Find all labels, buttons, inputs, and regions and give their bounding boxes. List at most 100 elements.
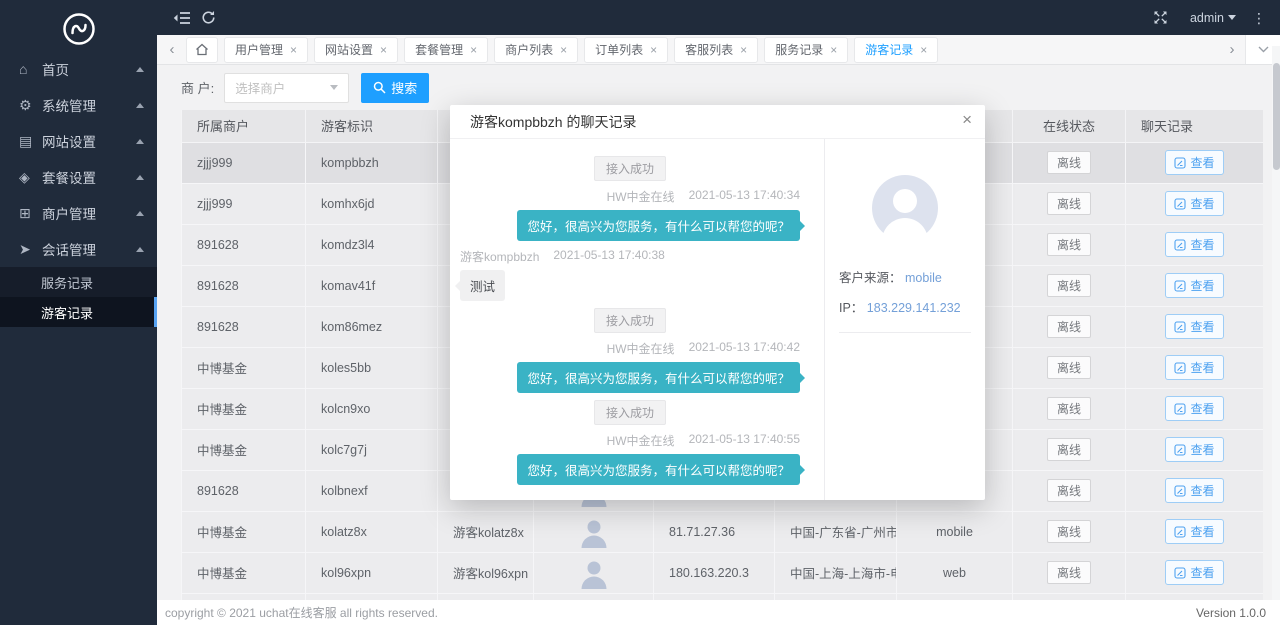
view-chat-button[interactable]: 查看	[1165, 478, 1223, 503]
sidebar-item[interactable]: ▤ 网站设置	[0, 123, 157, 159]
cell-action: 查看	[1126, 142, 1264, 183]
more-options-icon[interactable]: ⋮	[1252, 11, 1266, 25]
cell-merchant: 891628	[182, 306, 306, 347]
session-icon: ➤	[19, 241, 42, 258]
view-chat-button[interactable]: 查看	[1165, 396, 1223, 421]
tabs-scroll-right-icon[interactable]: ›	[1221, 41, 1243, 58]
chat-message: 接入成功	[460, 308, 800, 333]
view-chat-button[interactable]: 查看	[1165, 437, 1223, 462]
chat-log-icon	[1174, 280, 1186, 292]
view-chat-button[interactable]: 查看	[1165, 191, 1223, 216]
message-time: 2021-05-13 17:40:42	[689, 340, 800, 357]
tab-item[interactable]: 用户管理 ×	[224, 37, 308, 63]
status-badge: 离线	[1047, 479, 1091, 502]
chat-log-icon	[1174, 198, 1186, 210]
sidebar-item[interactable]: 服务记录	[0, 267, 157, 297]
tabs-scroll-left-icon[interactable]: ‹	[161, 41, 183, 58]
cell-merchant: zjjj999	[182, 183, 306, 224]
message-time: 2021-05-13 17:40:38	[553, 248, 664, 265]
table-row[interactable]: 中博基金 kolatz8x 游客kolatz8x 81.71.27.36 中国-…	[182, 511, 1264, 552]
sidebar-item[interactable]: ⚙ 系统管理	[0, 87, 157, 123]
cell-action: 查看	[1126, 347, 1264, 388]
tab-item[interactable]: 服务记录 ×	[764, 37, 848, 63]
sidebar-item-label: 游客记录	[41, 303, 93, 322]
cell-region: 中国-广东省-广州市-电信	[775, 511, 897, 552]
status-badge: 离线	[1047, 233, 1091, 256]
close-icon[interactable]: ×	[920, 44, 927, 56]
scrollbar-thumb[interactable]	[1273, 63, 1280, 170]
tab-label: 游客记录	[865, 41, 913, 58]
tab-label: 订单列表	[595, 41, 643, 58]
status-badge: 离线	[1047, 520, 1091, 543]
admin-menu[interactable]: admin	[1190, 11, 1236, 25]
message-time: 2021-05-13 17:40:34	[689, 188, 800, 205]
sidebar-item[interactable]: ◈ 套餐设置	[0, 159, 157, 195]
message-bubble: 您好，很高兴为您服务，有什么可以帮您的呢？	[517, 362, 800, 393]
cell-action: 查看	[1126, 552, 1264, 593]
view-chat-button[interactable]: 查看	[1165, 232, 1223, 257]
table-row[interactable]	[182, 593, 1264, 600]
visitor-source-value: mobile	[905, 271, 942, 285]
refresh-icon[interactable]	[195, 0, 221, 35]
visitor-ip-row: IP： 183.229.141.232	[839, 297, 971, 316]
modal-header: 游客kompbbzh 的聊天记录 ×	[450, 105, 985, 139]
cell-status	[1013, 593, 1126, 600]
cell-source: mobile	[897, 511, 1013, 552]
sidebar-item[interactable]: ⌂ 首页	[0, 51, 157, 87]
tab-home[interactable]	[186, 37, 218, 63]
sidebar-item-label: 首页	[42, 59, 69, 79]
modal-title: 游客kompbbzh 的聊天记录	[470, 112, 636, 132]
close-icon[interactable]: ×	[380, 44, 387, 56]
view-chat-button[interactable]: 查看	[1165, 150, 1223, 175]
admin-username: admin	[1190, 11, 1224, 25]
collapse-menu-icon[interactable]	[169, 0, 195, 35]
close-icon[interactable]: ×	[560, 44, 567, 56]
cell-action: 查看	[1126, 306, 1264, 347]
view-chat-button[interactable]: 查看	[1165, 314, 1223, 339]
message-time: 2021-05-13 17:40:55	[689, 432, 800, 449]
tab-item[interactable]: 套餐管理 ×	[404, 37, 488, 63]
status-badge: 离线	[1047, 192, 1091, 215]
sidebar-item[interactable]: 游客记录	[0, 297, 157, 327]
status-badge: 离线	[1047, 356, 1091, 379]
cell-region: 中国-上海-上海市-电信	[775, 552, 897, 593]
cell-merchant	[182, 593, 306, 600]
close-icon[interactable]: ×	[962, 111, 972, 128]
chevron-up-icon	[136, 103, 144, 108]
search-button[interactable]: 搜索	[361, 73, 429, 103]
tab-item[interactable]: 商户列表 ×	[494, 37, 578, 63]
close-icon[interactable]: ×	[290, 44, 297, 56]
close-icon[interactable]: ×	[740, 44, 747, 56]
merchant-icon: ⊞	[19, 205, 42, 222]
tab-item[interactable]: 游客记录 ×	[854, 37, 938, 63]
close-icon[interactable]: ×	[650, 44, 657, 56]
view-chat-button[interactable]: 查看	[1165, 560, 1223, 585]
chat-log-icon	[1174, 526, 1186, 538]
cell-status: 离线	[1013, 183, 1126, 224]
table-row[interactable]: 中博基金 kol96xpn 游客kol96xpn 180.163.220.3 中…	[182, 552, 1264, 593]
status-badge: 离线	[1047, 561, 1091, 584]
app-logo	[0, 0, 157, 51]
view-chat-button[interactable]: 查看	[1165, 519, 1223, 544]
status-badge: 离线	[1047, 397, 1091, 420]
home-icon	[195, 43, 209, 56]
sidebar-menu: ⌂ 首页 ⚙ 系统管理 ▤ 网站设置 ◈ 套餐设置	[0, 51, 157, 327]
divider	[839, 332, 971, 333]
fullscreen-icon[interactable]	[1148, 0, 1174, 35]
tab-item[interactable]: 客服列表 ×	[674, 37, 758, 63]
chat-message: HW中金在线 2021-05-13 17:40:42 您好，很高兴为您服务，有什…	[460, 340, 800, 393]
merchant-select[interactable]: 选择商户	[224, 73, 349, 103]
view-chat-button[interactable]: 查看	[1165, 355, 1223, 380]
tabs-list: 用户管理 × 网站设置 × 套餐管理 × 商户列表 × 订单列表 ×	[221, 37, 941, 63]
sidebar-item[interactable]: ➤ 会话管理	[0, 231, 157, 267]
chat-log-icon	[1174, 403, 1186, 415]
cell-action: 查看	[1126, 511, 1264, 552]
close-icon[interactable]: ×	[470, 44, 477, 56]
tab-item[interactable]: 网站设置 ×	[314, 37, 398, 63]
cell-merchant: 中博基金	[182, 429, 306, 470]
tab-item[interactable]: 订单列表 ×	[584, 37, 668, 63]
sidebar-item[interactable]: ⊞ 商户管理	[0, 195, 157, 231]
tabbar: ‹ 用户管理 × 网站设置 × 套餐管理 × 商户列表 ×	[157, 35, 1280, 65]
view-chat-button[interactable]: 查看	[1165, 273, 1223, 298]
close-icon[interactable]: ×	[830, 44, 837, 56]
